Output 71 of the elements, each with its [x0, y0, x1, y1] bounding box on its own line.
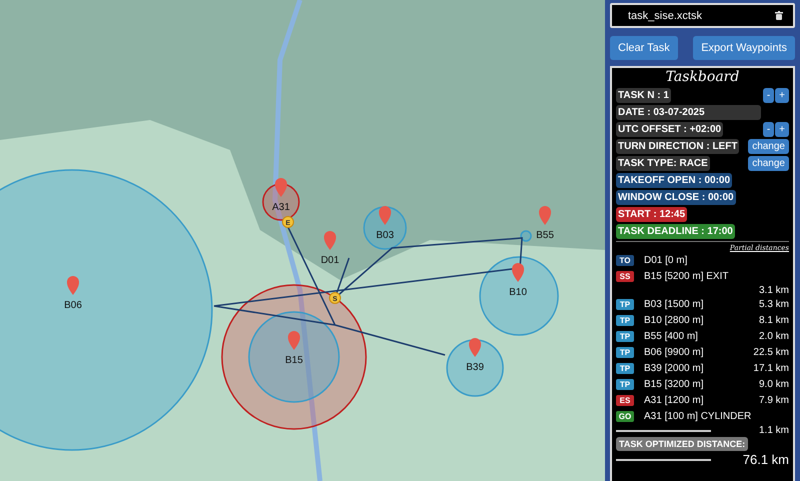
file-name: task_sise.xctsk: [628, 10, 702, 22]
waypoint-label: B06: [64, 300, 82, 311]
waypoint-label: A31: [272, 202, 290, 213]
waypoint-label: D01: [320, 255, 340, 266]
task-field: TASK DEADLINE : 17:00: [616, 224, 735, 238]
type-badge: SS: [616, 271, 634, 282]
leg-distance: 8.1 km: [758, 315, 789, 326]
task-field: DATE : 03-07-2025: [616, 104, 761, 120]
type-badge: TP: [616, 331, 634, 342]
map-pin-icon[interactable]: [324, 231, 336, 250]
map-pin-icon[interactable]: [469, 338, 481, 357]
field-button[interactable]: change: [748, 156, 789, 170]
type-badge: GO: [616, 411, 634, 422]
type-badge: TP: [616, 315, 634, 326]
waypoint-label: B03: [376, 230, 394, 241]
leg-distance: 17.1 km: [753, 363, 789, 374]
task-field: UTC OFFSET : +02:00: [616, 122, 724, 136]
field-button[interactable]: +: [775, 122, 789, 136]
taskboard-title: Taskboard: [664, 69, 740, 85]
leg-distance: 9.0 km: [758, 379, 789, 390]
leg-distance: 1.1 km: [758, 425, 789, 436]
file-field[interactable]: task_sise.xctsk: [610, 3, 795, 28]
turnpoint-name: B03 [1500 m]: [644, 299, 704, 310]
total-distance-label: TASK OPTIMIZED DISTANCE:: [616, 437, 748, 451]
leg-distance: 2.0 km: [758, 331, 789, 342]
turnpoint-name: A31 [100 m] CYLINDER: [644, 411, 752, 422]
type-badge: ES: [616, 395, 634, 406]
field-button[interactable]: +: [775, 88, 789, 102]
map-pin-icon[interactable]: [379, 206, 391, 225]
task-field: START : 12:45: [616, 206, 688, 222]
waypoint-label: B55: [536, 230, 554, 241]
turnpoint-name: B10 [2800 m]: [644, 315, 704, 326]
waypoint-label: B39: [466, 362, 484, 373]
turnpoint-circle: [446, 339, 504, 397]
leg-distance: 5.3 km: [758, 299, 789, 310]
task-field: TASK N : 1: [616, 88, 671, 102]
turnpoint-name: D01 [0 m]: [644, 255, 688, 266]
map-pin-icon[interactable]: [512, 263, 524, 282]
task-field: TURN DIRECTION : LEFT: [616, 138, 740, 154]
type-badge: TO: [616, 255, 634, 266]
turnpoint-name: A31 [1200 m]: [644, 395, 704, 406]
waypoint-label: B15: [285, 355, 303, 366]
turnpoint-circle: [520, 230, 532, 242]
leg-distance: 7.9 km: [758, 395, 789, 406]
turnpoint-circle: [363, 206, 407, 250]
task-field: TAKEOFF OPEN : 00:00: [616, 172, 732, 188]
leg-distance: 3.1 km: [758, 285, 789, 296]
turnpoint-name: B15 [5200 m] EXIT: [644, 271, 730, 282]
task-field: WINDOW CLOSE : 00:00: [616, 190, 736, 204]
waypoint-label: B10: [509, 287, 527, 298]
field-button[interactable]: -: [762, 88, 774, 102]
field-button[interactable]: -: [762, 122, 774, 136]
leg-distance: 22.5 km: [753, 347, 789, 358]
type-badge: TP: [616, 363, 634, 374]
total-distance: 76.1 km: [742, 452, 789, 467]
map-pin-icon[interactable]: [539, 206, 551, 225]
action-button[interactable]: Export Waypoints: [693, 36, 795, 60]
turnpoint-name: B55 [400 m]: [644, 331, 699, 342]
map-pin-icon[interactable]: [275, 178, 287, 197]
type-badge: TP: [616, 347, 634, 358]
turnpoint-name: B06 [9900 m]: [644, 347, 704, 358]
map-pin-icon[interactable]: [288, 331, 300, 350]
task-field: TASK TYPE: RACE: [616, 156, 710, 170]
type-badge: TP: [616, 379, 634, 390]
map-pin-icon[interactable]: [67, 276, 79, 295]
turnpoint-name: B15 [3200 m]: [644, 379, 704, 390]
action-button[interactable]: Clear Task: [610, 36, 678, 60]
field-button[interactable]: change: [748, 138, 789, 154]
type-badge: TP: [616, 299, 634, 310]
turnpoint-name: B39 [2000 m]: [644, 363, 704, 374]
trash-icon[interactable]: [775, 11, 783, 20]
